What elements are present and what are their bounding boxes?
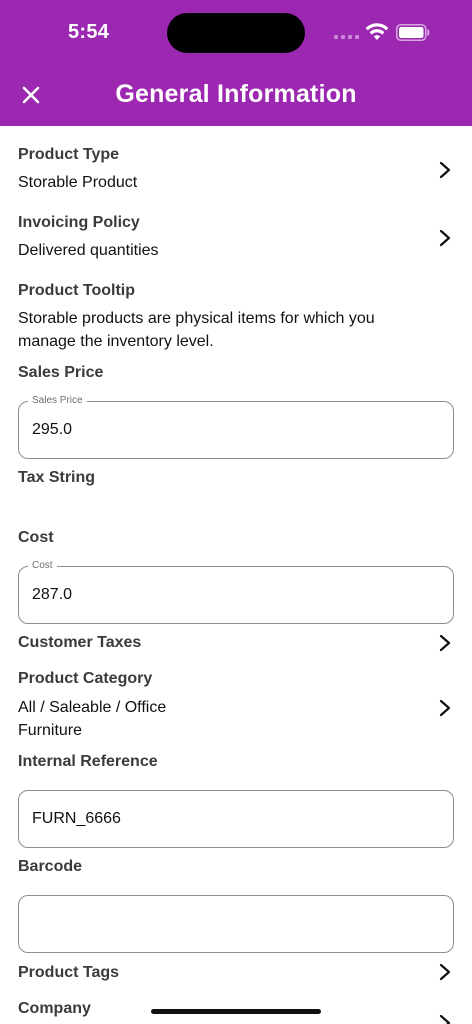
cost-value: 287.0 bbox=[32, 586, 73, 603]
chevron-right-icon bbox=[439, 1014, 451, 1024]
page-title: General Information bbox=[115, 80, 357, 108]
battery-icon bbox=[396, 24, 430, 41]
cost-input[interactable]: Cost 287.0 bbox=[18, 560, 454, 624]
internal-reference-value: FURN_6666 bbox=[32, 810, 121, 827]
sales-price-label: Sales Price bbox=[18, 364, 104, 381]
product-tooltip-line1: Storable products are physical items for… bbox=[18, 310, 375, 327]
tax-string-label: Tax String bbox=[18, 469, 96, 486]
chevron-right-icon bbox=[439, 963, 451, 981]
sales-price-value: 295.0 bbox=[32, 421, 73, 438]
product-category-label: Product Category bbox=[18, 670, 153, 687]
cost-floating-label: Cost bbox=[28, 560, 57, 571]
chevron-right-icon bbox=[439, 699, 451, 717]
company-label: Company bbox=[18, 1000, 91, 1017]
product-type-label: Product Type bbox=[18, 146, 120, 163]
product-tags-label: Product Tags bbox=[18, 964, 120, 981]
wifi-icon bbox=[365, 23, 389, 40]
product-type-value: Storable Product bbox=[18, 174, 138, 191]
home-indicator[interactable] bbox=[151, 1009, 321, 1014]
product-tooltip-line2: manage the inventory level. bbox=[18, 333, 214, 350]
product-tooltip-label: Product Tooltip bbox=[18, 282, 136, 299]
internal-reference-input[interactable]: FURN_6666 bbox=[18, 790, 454, 848]
cellular-signal-icon bbox=[334, 35, 359, 39]
invoicing-policy-value: Delivered quantities bbox=[18, 242, 159, 259]
dynamic-island bbox=[167, 13, 305, 53]
product-category-line2: Furniture bbox=[18, 722, 83, 739]
app-bar: 5:54 General Information bbox=[0, 0, 472, 126]
invoicing-policy-label: Invoicing Policy bbox=[18, 214, 140, 231]
chevron-right-icon bbox=[439, 161, 451, 179]
sales-price-floating-label: Sales Price bbox=[28, 395, 87, 406]
barcode-label: Barcode bbox=[18, 858, 83, 875]
chevron-right-icon bbox=[439, 634, 451, 652]
cost-label: Cost bbox=[18, 529, 54, 546]
barcode-input[interactable] bbox=[18, 895, 454, 953]
customer-taxes-label: Customer Taxes bbox=[18, 634, 142, 651]
chevron-right-icon bbox=[439, 229, 451, 247]
status-time: 5:54 bbox=[68, 21, 110, 43]
internal-reference-label: Internal Reference bbox=[18, 753, 158, 770]
product-category-line1: All / Saleable / Office bbox=[18, 699, 167, 716]
sales-price-input[interactable]: Sales Price 295.0 bbox=[18, 395, 454, 459]
